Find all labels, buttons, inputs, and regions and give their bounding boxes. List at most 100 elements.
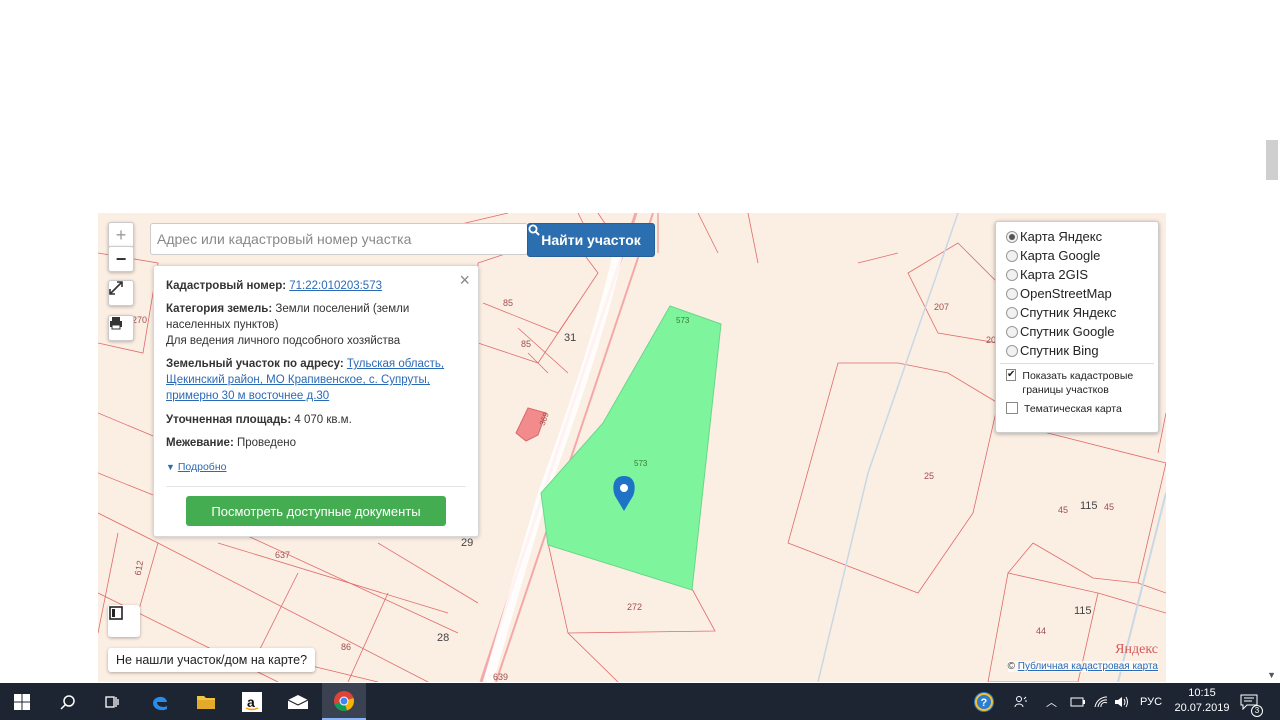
map-label: 44 [1036, 626, 1046, 636]
layers-toggle-button[interactable] [108, 605, 140, 637]
map-label: 45 [1058, 505, 1068, 515]
map-label: 207 [934, 302, 949, 312]
map-label: 270 [132, 315, 147, 325]
help-icon: ? [974, 691, 994, 712]
edge-browser-icon [153, 696, 167, 710]
area-value: 4 070 кв.м. [294, 414, 352, 426]
radio-icon[interactable] [1006, 249, 1018, 262]
edge-button[interactable] [138, 683, 182, 720]
notification-center-button[interactable]: 3 [1240, 683, 1263, 720]
map-label: 637 [275, 550, 290, 560]
selected-parcel-573 [540, 305, 722, 591]
map-label: 573 [634, 459, 648, 468]
address-label: Земельный участок по адресу: [166, 358, 344, 370]
caret-down-icon: ▼ [166, 462, 175, 472]
area-label: Уточненная площадь: [166, 414, 292, 426]
map-label: 639 [493, 672, 508, 682]
clock-date: 20.07.2019 [1174, 702, 1230, 714]
search-input[interactable] [150, 223, 528, 255]
windows-logo-icon [14, 693, 30, 710]
layer-option-yandex-map[interactable]: Карта Яндекс [1006, 229, 1102, 244]
parcel-info-card: × Кадастровый номер: 71:22:010203:573 Ка… [153, 265, 479, 537]
search-icon [60, 694, 75, 710]
chrome-icon [334, 690, 354, 711]
map-label: 272 [627, 602, 642, 612]
search-icon [528, 224, 540, 236]
usage-value: Для ведения личного подсобного хозяйства [166, 335, 401, 347]
volume-icon[interactable] [1114, 683, 1130, 720]
layer-option-2gis-map[interactable]: Карта 2GIS [1006, 267, 1088, 282]
start-button[interactable] [0, 683, 44, 720]
task-view-icon [105, 695, 119, 708]
map-label: 86 [341, 642, 351, 652]
cadastral-number-link[interactable]: 71:22:010203:573 [289, 280, 382, 292]
category-label: Категория земель: [166, 303, 273, 315]
folder-icon [197, 695, 215, 709]
radio-icon[interactable] [1006, 268, 1018, 281]
find-parcel-label: Найти участок [541, 232, 641, 248]
language-indicator[interactable]: РУС [1140, 683, 1162, 720]
not-found-link[interactable]: Не нашли участок/дом на карте? [108, 648, 316, 672]
task-view-button[interactable] [90, 683, 134, 720]
page-scrollbar[interactable]: ▼ [1263, 0, 1280, 684]
map-label: 29 [461, 537, 473, 549]
help-button[interactable]: ? [962, 683, 1006, 720]
map-label: 45 [1104, 502, 1114, 512]
map-label: 28 [437, 632, 449, 644]
file-explorer-button[interactable] [184, 683, 228, 720]
mail-button[interactable] [276, 683, 320, 720]
zoom-out-button[interactable]: − [108, 246, 134, 272]
show-hidden-icons-chevron-icon[interactable]: ︿ [1046, 683, 1057, 720]
map-label: 85 [503, 298, 513, 308]
survey-value: Проведено [236, 437, 297, 449]
map-label: 115 [1080, 500, 1098, 512]
yandex-logo: Яндекс [1115, 642, 1158, 657]
print-button[interactable] [108, 315, 134, 341]
printer-icon [110, 317, 122, 330]
scrollbar-thumb[interactable] [1266, 140, 1278, 180]
clock-time: 10:15 [1188, 687, 1216, 699]
view-documents-button[interactable]: Посмотреть доступные документы [186, 496, 446, 526]
mail-icon [287, 694, 309, 709]
radio-icon[interactable] [1006, 230, 1018, 243]
find-parcel-button[interactable]: Найти участок [527, 223, 655, 257]
survey-label: Межевание: [166, 437, 234, 449]
people-icon[interactable] [1014, 683, 1028, 720]
scroll-down-arrow-icon[interactable]: ▼ [1267, 670, 1276, 680]
map-label: 612 [133, 560, 145, 577]
map-label: 31 [564, 332, 576, 344]
amazon-icon: a [242, 691, 262, 712]
expand-icon [109, 281, 123, 295]
checkbox-checked-icon[interactable]: ✔ [1006, 369, 1017, 381]
show-borders-option[interactable]: ✔ Показать кадастровые границы участков [1006, 369, 1146, 397]
chrome-button[interactable] [322, 683, 366, 720]
radio-icon[interactable] [1006, 344, 1018, 357]
layer-option-google-satellite[interactable]: Спутник Google [1006, 324, 1115, 339]
battery-icon[interactable] [1070, 683, 1086, 720]
divider [166, 486, 466, 487]
radio-icon[interactable] [1006, 306, 1018, 319]
map-label: 573 [676, 316, 690, 325]
wifi-icon[interactable] [1094, 683, 1108, 720]
map-label: 25 [924, 471, 934, 481]
attribution: © Публичная кадастровая карта [1007, 661, 1158, 672]
zoom-in-button[interactable]: + [108, 222, 134, 248]
layer-option-bing-satellite[interactable]: Спутник Bing [1006, 343, 1099, 358]
thematic-map-option[interactable]: Тематическая карта [1006, 402, 1122, 416]
map-label: 115 [1074, 605, 1092, 617]
attribution-link[interactable]: Публичная кадастровая карта [1018, 661, 1158, 672]
layer-option-openstreetmap[interactable]: OpenStreetMap [1006, 286, 1112, 301]
details-link[interactable]: Подробно [178, 461, 227, 473]
layer-option-yandex-satellite[interactable]: Спутник Яндекс [1006, 305, 1116, 320]
fullscreen-button[interactable] [108, 280, 134, 306]
amazon-button[interactable]: a [230, 683, 274, 720]
checkbox-icon[interactable] [1006, 402, 1018, 414]
cadastral-map[interactable]: 85 85 31 573 573 207 20 270 25 45 115 45… [98, 213, 1166, 682]
radio-icon[interactable] [1006, 325, 1018, 338]
search-button[interactable] [46, 683, 90, 720]
clock[interactable]: 10:15 20.07.2019 [1166, 686, 1238, 716]
radio-icon[interactable] [1006, 287, 1018, 300]
svg-text:a: a [247, 694, 255, 710]
cadastral-label: Кадастровый номер: [166, 280, 287, 292]
layer-option-google-map[interactable]: Карта Google [1006, 248, 1100, 263]
